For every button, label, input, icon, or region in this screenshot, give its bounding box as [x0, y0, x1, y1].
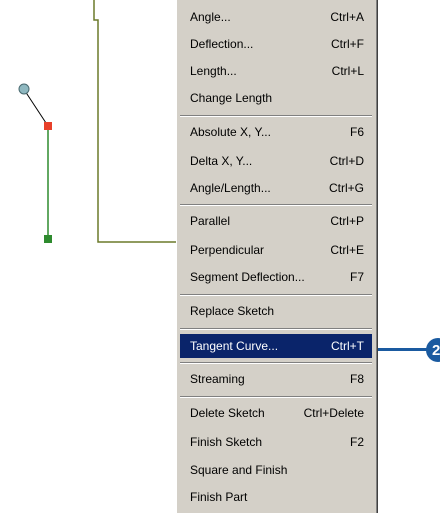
menu-item-tangent-curve[interactable]: Tangent Curve... Ctrl+T [180, 334, 372, 358]
menu-item-shortcut: F6 [349, 125, 364, 139]
menu-item-shortcut: F2 [349, 435, 364, 449]
menu-item-label: Finish Sketch [190, 435, 263, 449]
menu-separator [180, 294, 372, 296]
menu-item-label: Absolute X, Y... [190, 125, 271, 139]
sketch-vertex[interactable] [44, 235, 52, 243]
menu-item-change-length[interactable]: Change Length [180, 87, 372, 109]
menu-item-shortcut: Ctrl+E [330, 243, 364, 257]
menu-separator [180, 328, 372, 330]
current-vertex[interactable] [44, 122, 52, 130]
menu-item-shortcut: Ctrl+Delete [303, 406, 364, 420]
menu-item-shortcut: Ctrl+T [331, 339, 364, 353]
menu-item-shortcut: Ctrl+A [330, 10, 364, 24]
callout-leader-line [378, 348, 428, 351]
menu-separator [180, 362, 372, 364]
menu-item-shortcut: F7 [349, 270, 364, 284]
menu-item-label: Perpendicular [190, 243, 265, 257]
snap-circle [18, 83, 30, 95]
menu-item-shortcut: Ctrl+L [331, 64, 364, 78]
menu-item-delta-xy[interactable]: Delta X, Y... Ctrl+D [180, 150, 372, 172]
sketch-segment-diagonal [24, 90, 49, 127]
menu-separator [180, 396, 372, 398]
menu-item-label: Parallel [190, 214, 231, 228]
menu-item-perpendicular[interactable]: Perpendicular Ctrl+E [180, 239, 372, 261]
menu-item-finish-part[interactable]: Finish Part [180, 486, 372, 508]
menu-item-label: Segment Deflection... [190, 270, 305, 284]
menu-separator [180, 115, 372, 117]
menu-item-label: Square and Finish [190, 463, 288, 477]
menu-item-shortcut: Ctrl+G [328, 181, 364, 195]
menu-item-deflection[interactable]: Deflection... Ctrl+F [180, 33, 372, 55]
menu-item-label: Replace Sketch [190, 304, 275, 318]
step-callout-number: 2 [432, 341, 440, 359]
menu-item-shortcut: Ctrl+P [330, 214, 364, 228]
menu-item-streaming[interactable]: Streaming F8 [180, 368, 372, 390]
menu-item-label: Angle/Length... [190, 181, 271, 195]
menu-item-angle-length[interactable]: Angle/Length... Ctrl+G [180, 177, 372, 199]
menu-item-shortcut: Ctrl+D [329, 154, 364, 168]
menu-item-length[interactable]: Length... Ctrl+L [180, 60, 372, 82]
menu-item-finish-sketch[interactable]: Finish Sketch F2 [180, 431, 372, 453]
menu-item-shortcut: Ctrl+F [331, 37, 364, 51]
context-menu: Angle... Ctrl+A Deflection... Ctrl+F Len… [176, 0, 378, 513]
menu-item-label: Delta X, Y... [190, 154, 253, 168]
menu-item-label: Streaming [190, 372, 245, 386]
menu-item-angle[interactable]: Angle... Ctrl+A [180, 6, 372, 28]
existing-feature-line [93, 0, 176, 243]
menu-item-parallel[interactable]: Parallel Ctrl+P [180, 210, 372, 232]
menu-item-absolute-xy[interactable]: Absolute X, Y... F6 [180, 121, 372, 143]
menu-item-label: Length... [190, 64, 237, 78]
menu-item-square-and-finish[interactable]: Square and Finish [180, 459, 372, 481]
menu-item-label: Delete Sketch [190, 406, 265, 420]
menu-separator [180, 204, 372, 206]
menu-item-label: Tangent Curve... [190, 339, 279, 353]
menu-item-label: Change Length [190, 91, 273, 105]
menu-item-label: Deflection... [190, 37, 254, 51]
menu-item-replace-sketch[interactable]: Replace Sketch [180, 300, 372, 322]
menu-item-label: Finish Part [190, 490, 248, 504]
menu-item-shortcut: F8 [349, 372, 364, 386]
menu-item-label: Angle... [190, 10, 231, 24]
menu-item-delete-sketch[interactable]: Delete Sketch Ctrl+Delete [180, 402, 372, 424]
menu-item-segment-deflection[interactable]: Segment Deflection... F7 [180, 266, 372, 288]
